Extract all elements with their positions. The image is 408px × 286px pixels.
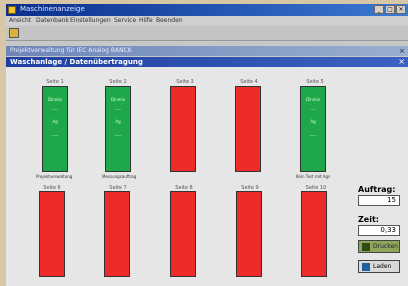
outer-close-icon[interactable]: × bbox=[399, 47, 405, 55]
station-1-label: Seite 1 bbox=[46, 79, 64, 85]
zeit-label: Zeit: bbox=[358, 215, 379, 224]
load-button-label: Laden bbox=[373, 263, 392, 270]
station-2-line: Dinmix bbox=[110, 97, 126, 102]
station-4-label: Seite 4 bbox=[240, 79, 258, 85]
station-1-line: Dinmix bbox=[47, 97, 63, 102]
station-2-line: ---- bbox=[115, 107, 121, 112]
station-2-tile[interactable]: Dinmix ---- Ag ----- bbox=[105, 86, 131, 172]
menu-item[interactable]: Datenbank bbox=[36, 17, 69, 24]
menu-item[interactable]: Service bbox=[114, 17, 136, 24]
station-1-caption: Projektverwaltung bbox=[36, 174, 73, 179]
application-window: Maschinenanzeige _ □ × Ansicht Datenbank… bbox=[6, 4, 408, 286]
machine-overview-panel: Seite 1 Dinmix ---- Ag ----- Projektverw… bbox=[6, 67, 408, 286]
auftrag-field[interactable]: 15 bbox=[358, 195, 400, 206]
print-button[interactable]: Drucken bbox=[358, 240, 400, 253]
station-5-tile[interactable]: Dinmix --- Ag ----- bbox=[300, 86, 326, 172]
print-button-label: Drucken bbox=[373, 243, 398, 250]
auftrag-label: Auftrag: bbox=[358, 185, 396, 194]
minimize-button[interactable]: _ bbox=[374, 5, 384, 14]
menu-bar: Ansicht Datenbank Einstellungen Service … bbox=[6, 16, 408, 26]
station-1-line: ----- bbox=[51, 133, 59, 138]
toolbar bbox=[6, 26, 408, 41]
app-title: Maschinenanzeige bbox=[20, 5, 85, 13]
station-2-line: Ag bbox=[115, 119, 121, 124]
station-8-tile[interactable] bbox=[170, 191, 196, 277]
station-2-caption: Messungsauftrag bbox=[102, 174, 137, 179]
station-7-tile[interactable] bbox=[104, 191, 130, 277]
toolbar-tool-icon[interactable] bbox=[9, 28, 19, 38]
printer-icon bbox=[362, 243, 370, 251]
station-6-tile[interactable] bbox=[39, 191, 65, 277]
station-2-label: Seite 2 bbox=[109, 79, 127, 85]
station-3-label: Seite 3 bbox=[176, 79, 194, 85]
menu-item[interactable]: Hilfe bbox=[139, 17, 153, 24]
menu-item[interactable]: Beenden bbox=[156, 17, 183, 24]
disk-icon bbox=[362, 263, 370, 271]
station-4-tile[interactable] bbox=[235, 86, 261, 172]
outer-window-titlebar: Projektverwaltung für IEC Analog BANCK × bbox=[6, 46, 408, 56]
station-5-line: --- bbox=[310, 107, 316, 112]
zeit-field[interactable]: 0,33 bbox=[358, 225, 400, 236]
station-10-tile[interactable] bbox=[301, 191, 327, 277]
window-controls: _ □ × bbox=[374, 5, 406, 14]
app-icon bbox=[8, 6, 16, 14]
station-1-tile[interactable]: Dinmix ---- Ag ----- bbox=[42, 86, 68, 172]
station-5-line: ----- bbox=[309, 133, 317, 138]
station-9-tile[interactable] bbox=[236, 191, 262, 277]
load-button[interactable]: Laden bbox=[358, 260, 400, 273]
station-5-line: Ag bbox=[310, 119, 316, 124]
station-1-line: Ag bbox=[52, 119, 58, 124]
app-titlebar: Maschinenanzeige _ □ × bbox=[6, 4, 408, 16]
close-button[interactable]: × bbox=[396, 5, 406, 14]
menu-item[interactable]: Einstellungen bbox=[70, 17, 111, 24]
station-1-line: ---- bbox=[52, 107, 58, 112]
station-5-line: Dinmix bbox=[305, 97, 321, 102]
station-2-line: ----- bbox=[114, 133, 122, 138]
station-5-caption: Kein Test mit Ags bbox=[296, 174, 331, 179]
maximize-button[interactable]: □ bbox=[385, 5, 395, 14]
inner-window-titlebar: Waschanlage / Datenübertragung × bbox=[6, 57, 408, 67]
inner-close-icon[interactable]: × bbox=[398, 57, 405, 66]
station-5-label: Seite 5 bbox=[306, 79, 324, 85]
outer-window-title: Projektverwaltung für IEC Analog BANCK bbox=[10, 47, 132, 54]
inner-window-title: Waschanlage / Datenübertragung bbox=[10, 58, 143, 66]
station-3-tile[interactable] bbox=[170, 86, 196, 172]
menu-item[interactable]: Ansicht bbox=[9, 17, 31, 24]
